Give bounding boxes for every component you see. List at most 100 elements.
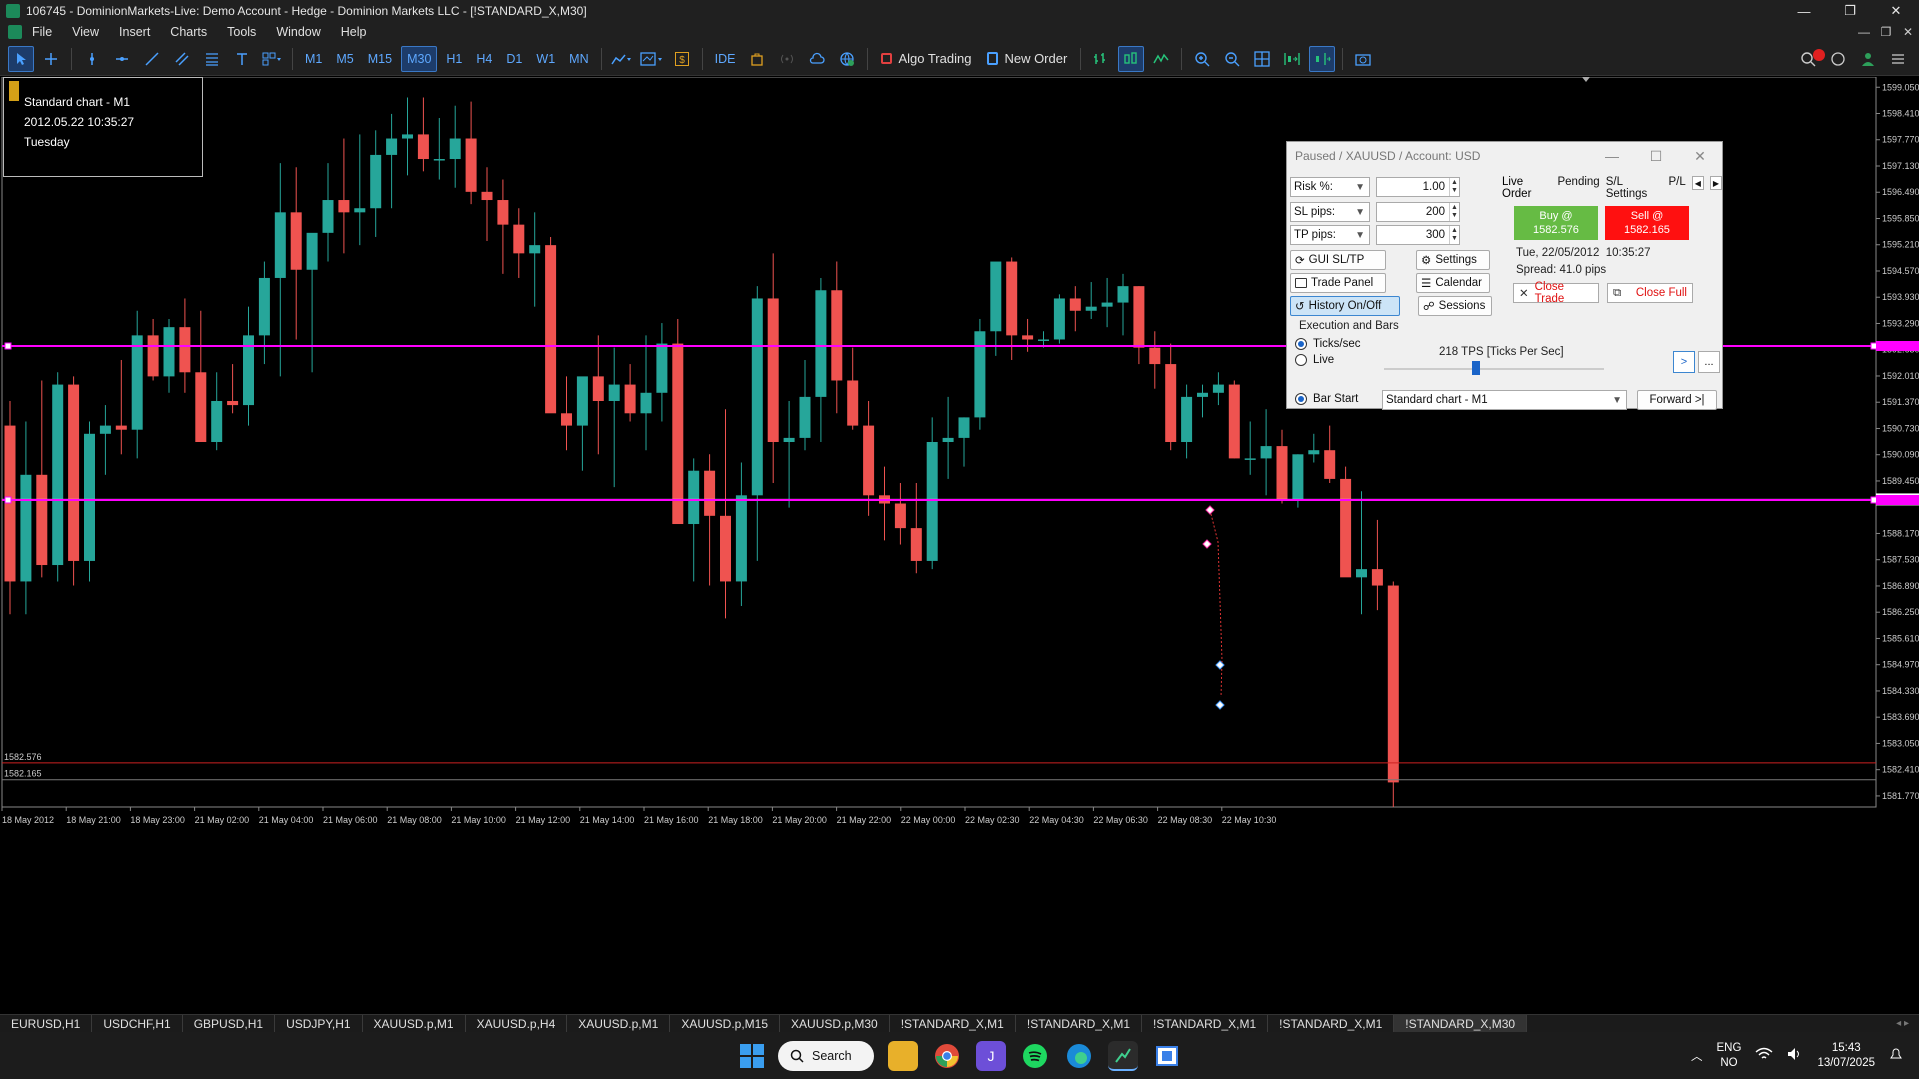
history-toggle-button[interactable]: ↺ History On/Off xyxy=(1290,296,1400,316)
windows-start-icon[interactable] xyxy=(740,1043,764,1068)
timeframe-m1[interactable]: M1 xyxy=(300,46,327,72)
bar-chart-button[interactable] xyxy=(1088,46,1114,72)
signals-button[interactable] xyxy=(774,46,800,72)
menu-charts[interactable]: Charts xyxy=(160,25,217,39)
templates-button[interactable] xyxy=(639,46,665,72)
child-restore-button[interactable]: ❐ xyxy=(1875,25,1897,39)
settings-button[interactable]: ⚙ Settings xyxy=(1416,250,1490,270)
tab-scroll-left-icon[interactable]: ◀ xyxy=(1691,176,1704,190)
timeframe-mn[interactable]: MN xyxy=(564,46,593,72)
child-minimize-button[interactable]: — xyxy=(1853,25,1875,39)
close-button[interactable]: ✕ xyxy=(1873,0,1919,22)
panel-close-button[interactable]: ✕ xyxy=(1678,148,1722,165)
radio-live[interactable]: Live xyxy=(1295,354,1334,366)
horizontal-line-button[interactable] xyxy=(109,46,135,72)
tab-sl-settings[interactable]: S/L Settings xyxy=(1606,176,1663,200)
panel-minimize-button[interactable]: — xyxy=(1590,148,1634,165)
symbol-tab[interactable]: !STANDARD_X,M1 xyxy=(1268,1014,1395,1033)
panel-titlebar[interactable]: Paused / XAUUSD / Account: USD — ☐ ✕ xyxy=(1287,142,1722,170)
vertical-line-button[interactable] xyxy=(79,46,105,72)
child-close-button[interactable]: ✕ xyxy=(1897,25,1919,39)
symbol-tab[interactable]: XAUUSD.p,M1 xyxy=(567,1014,671,1033)
chart-shift-button[interactable] xyxy=(1309,45,1336,72)
menu-view[interactable]: View xyxy=(62,25,109,39)
gui-sltp-button[interactable]: ⟳ GUI SL/TP xyxy=(1290,250,1386,270)
notifications-button[interactable] xyxy=(1825,46,1851,72)
symbol-tab[interactable]: XAUUSD.p,M1 xyxy=(363,1014,466,1033)
screenshot-button[interactable] xyxy=(1350,46,1376,72)
algo-trading-button[interactable]: Algo Trading xyxy=(875,46,977,72)
file-explorer-icon[interactable] xyxy=(888,1040,918,1071)
spinner-arrows-icon[interactable]: ▲ ▼ xyxy=(1449,178,1459,196)
vps-button[interactable] xyxy=(804,46,830,72)
restore-button[interactable]: ❐ xyxy=(1827,0,1873,22)
trendline-button[interactable] xyxy=(139,46,165,72)
menu-insert[interactable]: Insert xyxy=(109,25,160,39)
bar-start-radio[interactable]: Bar Start xyxy=(1295,393,1358,405)
minimize-button[interactable]: — xyxy=(1781,0,1827,22)
line-chart-button[interactable] xyxy=(1148,46,1174,72)
timeframe-m30[interactable]: M30 xyxy=(401,45,438,72)
sessions-button[interactable]: ☍ Sessions xyxy=(1418,296,1492,316)
forward-button[interactable]: Forward >| xyxy=(1637,390,1717,410)
close-trade-button[interactable]: ✕ Close Trade xyxy=(1513,281,1599,305)
more-options-button[interactable]: ... xyxy=(1698,351,1720,373)
tab-pl[interactable]: P/L xyxy=(1668,176,1685,200)
text-tool-button[interactable] xyxy=(229,46,255,72)
edge-icon[interactable] xyxy=(1064,1041,1094,1071)
risk-input[interactable]: 1.00 ▲ ▼ xyxy=(1376,177,1460,197)
menu-help[interactable]: Help xyxy=(331,25,377,39)
symbol-tab[interactable]: !STANDARD_X,M1 xyxy=(1142,1014,1269,1033)
zoom-out-button[interactable] xyxy=(1219,46,1245,72)
menu-tools[interactable]: Tools xyxy=(217,25,266,39)
timeframe-m15[interactable]: M15 xyxy=(363,46,397,72)
teams-icon[interactable]: J xyxy=(976,1040,1006,1071)
tab-live-order[interactable]: Live Order xyxy=(1502,176,1551,200)
zoom-in-button[interactable] xyxy=(1189,46,1215,72)
grid-button[interactable] xyxy=(1249,46,1275,72)
symbol-tab[interactable]: USDJPY,H1 xyxy=(275,1014,363,1033)
spinner-arrows-icon[interactable]: ▲ ▼ xyxy=(1449,203,1459,221)
clock[interactable]: 15:43 13/07/2025 xyxy=(1817,1041,1875,1071)
account-button[interactable] xyxy=(1855,46,1881,72)
chevron-up-icon[interactable]: ︿ xyxy=(1691,1048,1703,1064)
symbol-tab[interactable]: XAUUSD.p,H4 xyxy=(466,1014,568,1033)
symbol-tab[interactable]: EURUSD,H1 xyxy=(0,1014,93,1033)
timeframe-h4[interactable]: H4 xyxy=(471,46,497,72)
timeframe-m5[interactable]: M5 xyxy=(331,46,358,72)
play-button[interactable]: > xyxy=(1673,351,1695,373)
channel-button[interactable] xyxy=(169,46,195,72)
notification-center-icon[interactable] xyxy=(1889,1046,1903,1065)
tab-scroll-arrows-icon[interactable]: ◂ ▸ xyxy=(1896,1018,1919,1029)
cursor-tool-button[interactable] xyxy=(8,45,34,72)
speaker-icon[interactable] xyxy=(1787,1047,1803,1064)
tab-scroll-right-icon[interactable]: ▶ xyxy=(1709,176,1723,190)
calendar-button[interactable]: ☰ Calendar xyxy=(1416,273,1490,293)
symbol-tab-active[interactable]: !STANDARD_X,M30 xyxy=(1394,1014,1528,1033)
toolbar-options-button[interactable] xyxy=(1885,46,1911,72)
shop-button[interactable] xyxy=(744,46,770,72)
sl-input[interactable]: 200 ▲ ▼ xyxy=(1376,202,1460,222)
buy-button[interactable]: Buy @ 1582.576 xyxy=(1514,206,1598,240)
radio-ticks[interactable]: Ticks/sec xyxy=(1295,338,1361,350)
radio-selected-icon[interactable] xyxy=(1295,338,1307,350)
crosshair-tool-button[interactable] xyxy=(38,46,64,72)
symbol-tab[interactable]: XAUUSD.p,M30 xyxy=(780,1014,890,1033)
candlestick-chart-button[interactable] xyxy=(1118,45,1145,72)
timeframe-d1[interactable]: D1 xyxy=(501,46,527,72)
radio-selected-icon[interactable] xyxy=(1295,393,1307,405)
market-button[interactable]: $ xyxy=(669,46,695,72)
new-order-button[interactable]: New Order xyxy=(981,46,1073,72)
community-button[interactable] xyxy=(834,46,860,72)
sell-button[interactable]: Sell @ 1582.165 xyxy=(1605,206,1689,240)
wifi-icon[interactable] xyxy=(1755,1047,1773,1064)
panel-maximize-button[interactable]: ☐ xyxy=(1634,148,1678,165)
chrome-icon[interactable] xyxy=(932,1041,962,1071)
menu-file[interactable]: File xyxy=(22,25,62,39)
auto-scroll-button[interactable] xyxy=(1279,46,1305,72)
sl-select[interactable]: SL pips: ▼ xyxy=(1290,202,1370,222)
symbol-tab[interactable]: GBPUSD,H1 xyxy=(183,1014,276,1033)
symbol-tab[interactable]: USDCHF,H1 xyxy=(92,1014,183,1033)
tp-input[interactable]: 300 ▲ ▼ xyxy=(1376,225,1460,245)
close-full-button[interactable]: ⧉ Close Full xyxy=(1607,283,1693,303)
